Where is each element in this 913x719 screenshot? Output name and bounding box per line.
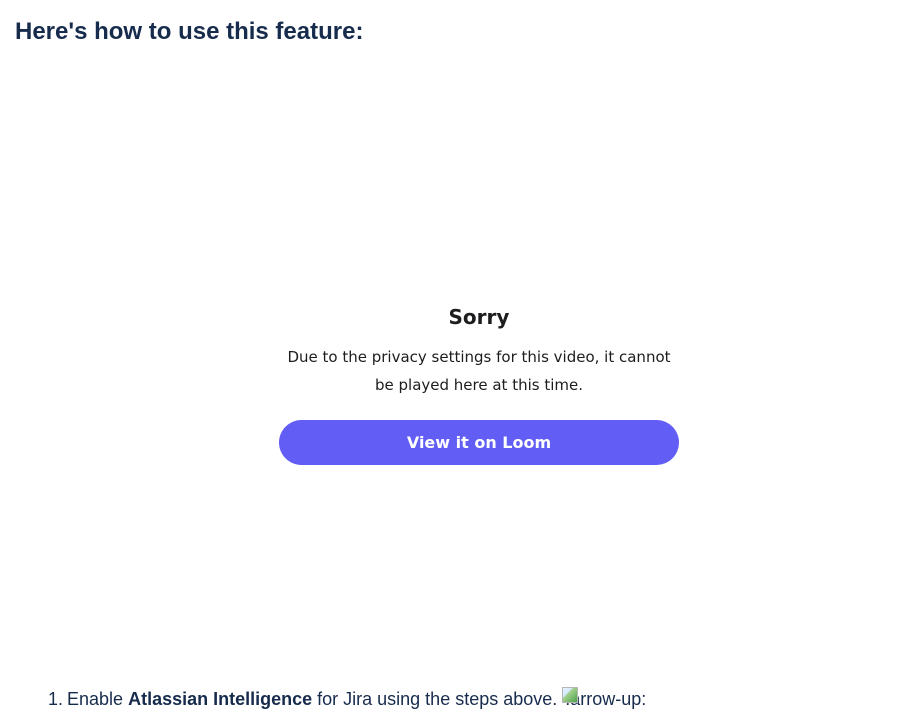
privacy-message: Due to the privacy settings for this vid… [287, 348, 671, 394]
list-item: 1. Enable Atlassian Intelligence for Jira… [48, 687, 646, 711]
section-heading: Here's how to use this feature: [15, 18, 364, 45]
step-number: 1. [48, 689, 64, 709]
privacy-error-message: Sorry Due to the privacy settings for th… [279, 303, 679, 399]
broken-image-icon [562, 687, 579, 703]
step-prefix: Enable [67, 689, 129, 709]
steps-list: 1. Enable Atlassian Intelligence for Jira… [48, 687, 646, 711]
sorry-title: Sorry [448, 305, 510, 329]
step-suffix: for Jira using the steps above. [312, 689, 563, 709]
view-on-loom-button[interactable]: View it on Loom [279, 420, 679, 465]
arrow-up-icon: :arrow-up: [562, 687, 646, 711]
atlassian-intelligence-label: Atlassian Intelligence [128, 689, 313, 709]
page: Here's how to use this feature: Sorry Du… [0, 0, 913, 719]
